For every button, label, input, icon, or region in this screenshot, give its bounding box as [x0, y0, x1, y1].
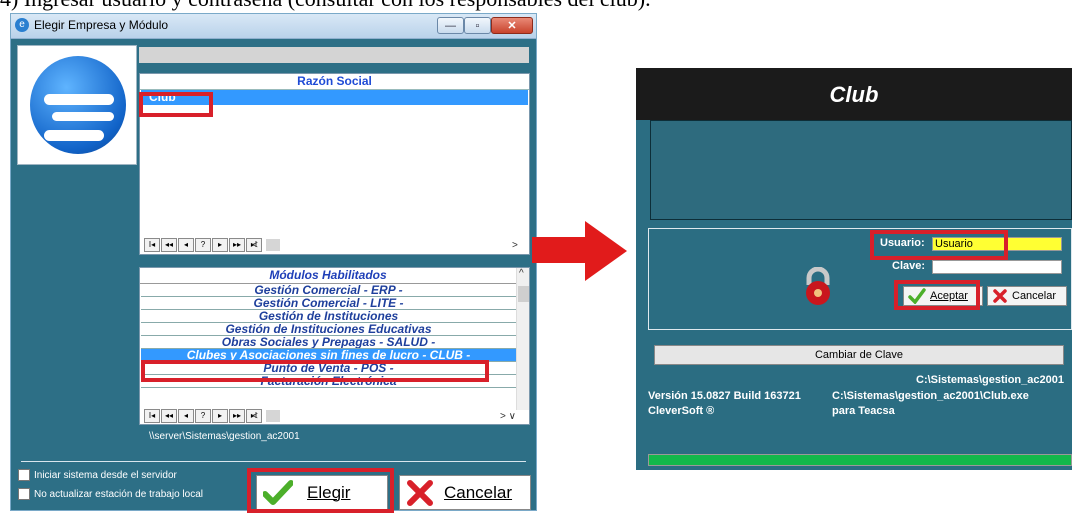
version-text: Versión 15.0827 Build 163721 — [648, 390, 801, 402]
scroll-up-icon[interactable]: ^ — [519, 268, 524, 279]
cancel-button[interactable]: Cancelar — [399, 475, 531, 510]
instruction-caption: 4) Ingresar usuario y contraseña (consul… — [0, 0, 651, 12]
system-path: C:\Sistemas\gestion_ac2001 — [916, 374, 1064, 386]
nav-prior-button[interactable]: ◂ — [178, 238, 194, 252]
no-update-checkbox[interactable] — [18, 488, 30, 500]
choose-highlight — [247, 468, 394, 513]
load-progress-bar — [648, 454, 1072, 466]
scroll-right-icon[interactable]: > — [512, 238, 518, 252]
no-update-label: No actualizar estación de trabajo local — [34, 488, 203, 500]
company-logo — [17, 45, 137, 165]
padlock-icon — [806, 267, 830, 305]
nav-prior-page-button[interactable]: ◂◂ — [161, 409, 177, 423]
accept-highlight — [894, 280, 980, 310]
module-column-header: Módulos Habilitados — [140, 268, 516, 284]
company-column-header: Razón Social — [140, 74, 529, 90]
login-window: Club Usuario: Usuario Clave: Aceptar Can… — [636, 68, 1072, 470]
cross-icon — [407, 479, 433, 506]
scroll-right-down-icon[interactable]: > ∨ — [500, 409, 516, 423]
scroll-thumb[interactable] — [518, 286, 529, 302]
divider — [21, 461, 526, 462]
header-strip — [139, 47, 529, 63]
close-button[interactable]: ✕ — [491, 17, 533, 34]
maximize-button[interactable]: ▫ — [464, 17, 491, 34]
scroll-thumb[interactable] — [265, 239, 280, 251]
module-row[interactable]: Gestión de Instituciones — [141, 310, 516, 323]
nav-help-button[interactable]: ? — [195, 409, 211, 423]
cancel-login-label: Cancelar — [1012, 290, 1057, 302]
nav-prior-page-button[interactable]: ◂◂ — [161, 238, 177, 252]
nav-next-page-button[interactable]: ▸▸ — [229, 409, 245, 423]
start-from-server-label: Iniciar sistema desde el servidor — [34, 469, 177, 481]
arrow-icon — [532, 237, 587, 263]
password-input[interactable] — [932, 260, 1062, 274]
nav-first-button[interactable]: I◂ — [144, 238, 160, 252]
nav-next-button[interactable]: ▸ — [212, 409, 228, 423]
cancel-login-button[interactable]: Cancelar — [987, 286, 1067, 306]
scroll-left-icon[interactable]: < — [252, 411, 258, 422]
login-title: Club — [829, 82, 879, 107]
module-row[interactable]: Gestión Comercial - LITE - — [141, 297, 516, 310]
minimize-button[interactable]: — — [437, 17, 464, 34]
nav-prior-button[interactable]: ◂ — [178, 409, 194, 423]
dialog-title: Elegir Empresa y Módulo — [34, 18, 169, 32]
module-highlight — [141, 360, 489, 382]
choose-company-dialog: e Elegir Empresa y Módulo — ▫ ✕ Razón So… — [10, 13, 537, 513]
module-row[interactable]: Gestión Comercial - ERP - — [141, 284, 516, 297]
start-from-server-checkbox[interactable] — [18, 469, 30, 481]
module-grid[interactable]: Módulos Habilitados Gestión Comercial - … — [139, 267, 530, 425]
module-row[interactable]: Obras Sociales y Prepagas - SALUD - — [141, 336, 516, 349]
dialog-titlebar: e Elegir Empresa y Módulo — ▫ ✕ — [11, 14, 536, 39]
scroll-left-icon[interactable]: < — [252, 240, 258, 251]
executable-path: C:\Sistemas\gestion_ac2001\Club.exe — [832, 390, 1029, 402]
module-navigator: I◂ ◂◂ ◂ ? ▸ ▸▸ ▸I — [144, 409, 263, 423]
user-highlight — [870, 230, 1008, 260]
logo-globe-icon — [30, 56, 126, 154]
module-hscroll[interactable]: < — [252, 409, 280, 423]
app-icon: e — [15, 18, 29, 32]
info-panel — [650, 120, 1072, 220]
module-vscroll[interactable]: ^ — [516, 268, 529, 410]
login-header: Club — [636, 68, 1072, 120]
company-hscroll[interactable]: < — [252, 238, 280, 252]
scroll-thumb[interactable] — [265, 410, 280, 422]
nav-next-page-button[interactable]: ▸▸ — [229, 238, 245, 252]
credentials-box: Usuario: Usuario Clave: Aceptar Cancelar — [648, 228, 1072, 330]
arrow-head-icon — [585, 221, 627, 281]
password-label: Clave: — [892, 260, 926, 272]
nav-next-button[interactable]: ▸ — [212, 238, 228, 252]
company-name: CleverSoft ® — [648, 405, 715, 417]
module-row[interactable]: Gestión de Instituciones Educativas — [141, 323, 516, 336]
cross-icon — [993, 289, 1007, 303]
nav-first-button[interactable]: I◂ — [144, 409, 160, 423]
company-navigator: I◂ ◂◂ ◂ ? ▸ ▸▸ ▸I — [144, 238, 263, 252]
no-update-option[interactable]: No actualizar estación de trabajo local — [18, 488, 203, 500]
change-password-button[interactable]: Cambiar de Clave — [654, 345, 1064, 365]
start-from-server-option[interactable]: Iniciar sistema desde el servidor — [18, 469, 177, 481]
cancel-button-label: Cancelar — [444, 482, 513, 502]
client-name: para Teacsa — [832, 405, 895, 417]
progress-fill — [649, 455, 1071, 465]
nav-help-button[interactable]: ? — [195, 238, 211, 252]
company-highlight — [139, 92, 213, 117]
server-path: \\server\Sistemas\gestion_ac2001 — [149, 431, 300, 442]
